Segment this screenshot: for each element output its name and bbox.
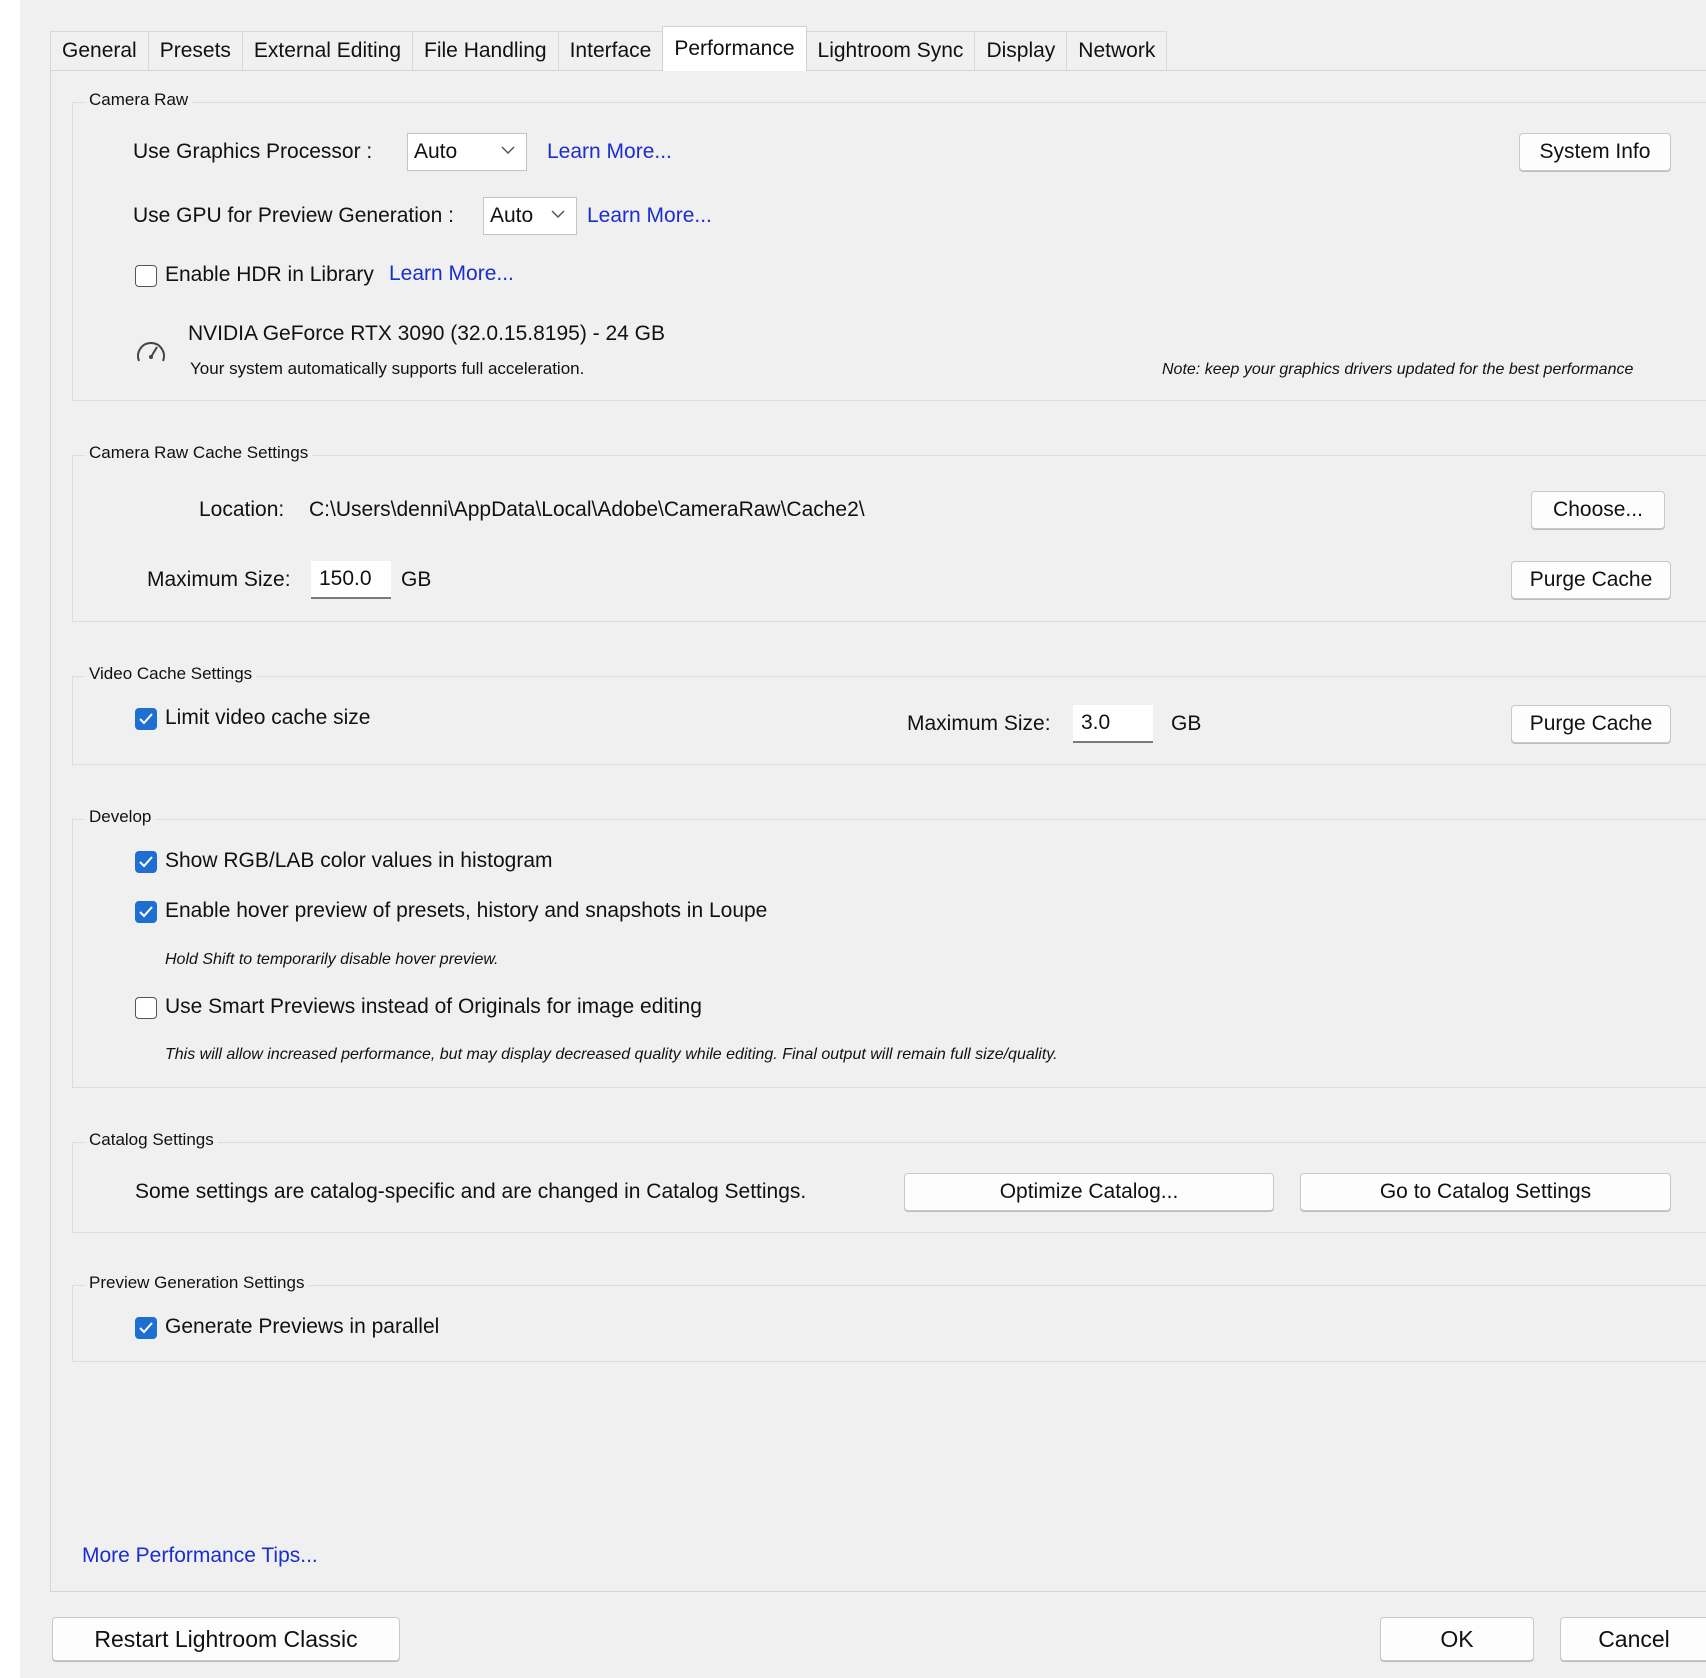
chevron-down-icon (501, 146, 515, 155)
preferences-dialog: General Presets External Editing File Ha… (20, 0, 1706, 1678)
group-title: Video Cache Settings (85, 664, 257, 684)
gpu-preview-select[interactable]: Auto (483, 197, 577, 235)
tab-external-editing[interactable]: External Editing (241, 31, 414, 70)
max-size-label: Maximum Size: (907, 712, 1051, 735)
learn-more-link[interactable]: Learn More... (389, 262, 514, 286)
learn-more-link[interactable]: Learn More... (587, 204, 712, 228)
generate-previews-parallel-label: Generate Previews in parallel (165, 1315, 440, 1338)
max-size-input[interactable]: 150.0 (311, 561, 391, 599)
smart-previews-checkbox[interactable] (135, 997, 157, 1019)
group-title: Preview Generation Settings (85, 1273, 309, 1293)
catalog-settings-group: Catalog Settings Some settings are catal… (72, 1130, 1706, 1233)
cancel-button[interactable]: Cancel (1560, 1617, 1706, 1661)
hover-preview-checkbox[interactable] (135, 901, 157, 923)
gpu-preview-select-value: Auto (490, 204, 534, 227)
chevron-down-icon (551, 210, 565, 219)
group-title: Develop (85, 807, 156, 827)
gpu-status: Your system automatically supports full … (190, 359, 585, 378)
enable-hdr-checkbox[interactable] (135, 265, 157, 287)
camera-raw-group: Camera Raw Use Graphics Processor : Auto… (72, 90, 1706, 401)
gpu-name: NVIDIA GeForce RTX 3090 (32.0.15.8195) -… (188, 322, 666, 345)
more-performance-tips-link[interactable]: More Performance Tips... (82, 1544, 318, 1568)
develop-group: Develop Show RGB/LAB color values in his… (72, 807, 1706, 1088)
catalog-settings-text: Some settings are catalog-specific and a… (135, 1180, 807, 1203)
tab-bar: General Presets External Editing File Ha… (50, 26, 1168, 71)
gpu-preview-label: Use GPU for Preview Generation : (133, 204, 454, 227)
video-max-size-input[interactable]: 3.0 (1073, 705, 1153, 743)
tab-performance[interactable]: Performance (662, 26, 807, 71)
tab-interface[interactable]: Interface (557, 31, 664, 70)
hover-preview-label: Enable hover preview of presets, history… (165, 899, 768, 922)
choose-button[interactable]: Choose... (1531, 491, 1665, 529)
show-rgb-lab-label: Show RGB/LAB color values in histogram (165, 849, 553, 872)
optimize-catalog-button[interactable]: Optimize Catalog... (904, 1173, 1274, 1211)
checkmark-icon (139, 1322, 153, 1334)
tab-display[interactable]: Display (974, 31, 1068, 70)
location-value: C:\Users\denni\AppData\Local\Adobe\Camer… (309, 498, 865, 521)
max-size-label: Maximum Size: (147, 568, 291, 591)
unit-label: GB (1171, 712, 1202, 735)
camera-raw-cache-group: Camera Raw Cache Settings Location: C:\U… (72, 443, 1706, 622)
unit-label: GB (401, 568, 432, 591)
tab-lightroom-sync[interactable]: Lightroom Sync (805, 31, 976, 70)
enable-hdr-label: Enable HDR in Library (165, 263, 374, 286)
location-label: Location: (199, 498, 285, 521)
gpu-label: Use Graphics Processor : (133, 140, 373, 163)
tab-file-handling[interactable]: File Handling (412, 31, 559, 70)
tab-general[interactable]: General (50, 31, 149, 70)
gpu-select[interactable]: Auto (407, 133, 527, 171)
tab-network[interactable]: Network (1066, 31, 1168, 70)
system-info-button[interactable]: System Info (1519, 133, 1671, 171)
smart-previews-note: This will allow increased performance, b… (165, 1046, 1058, 1063)
checkmark-icon (139, 856, 153, 868)
limit-video-cache-checkbox[interactable] (135, 708, 157, 730)
show-rgb-lab-checkbox[interactable] (135, 851, 157, 873)
hover-preview-note: Hold Shift to temporarily disable hover … (165, 951, 499, 968)
limit-video-cache-label: Limit video cache size (165, 706, 371, 729)
go-to-catalog-settings-button[interactable]: Go to Catalog Settings (1300, 1173, 1671, 1211)
video-cache-group: Video Cache Settings Limit video cache s… (72, 664, 1706, 765)
generate-previews-parallel-checkbox[interactable] (135, 1317, 157, 1339)
group-title: Camera Raw (85, 90, 193, 110)
driver-note: Note: keep your graphics drivers updated… (1162, 361, 1634, 378)
group-title: Catalog Settings (85, 1130, 218, 1150)
speedometer-icon (137, 342, 165, 362)
checkmark-icon (139, 906, 153, 918)
checkmark-icon (139, 713, 153, 725)
ok-button[interactable]: OK (1380, 1617, 1534, 1661)
smart-previews-label: Use Smart Previews instead of Originals … (165, 995, 702, 1018)
group-title: Camera Raw Cache Settings (85, 443, 313, 463)
purge-cache-button[interactable]: Purge Cache (1511, 705, 1671, 743)
tab-presets[interactable]: Presets (147, 31, 243, 70)
preview-generation-group: Preview Generation Settings Generate Pre… (72, 1273, 1706, 1362)
purge-cache-button[interactable]: Purge Cache (1511, 561, 1671, 599)
gpu-select-value: Auto (414, 140, 458, 163)
restart-lightroom-button[interactable]: Restart Lightroom Classic (52, 1617, 400, 1661)
learn-more-link[interactable]: Learn More... (547, 140, 672, 164)
